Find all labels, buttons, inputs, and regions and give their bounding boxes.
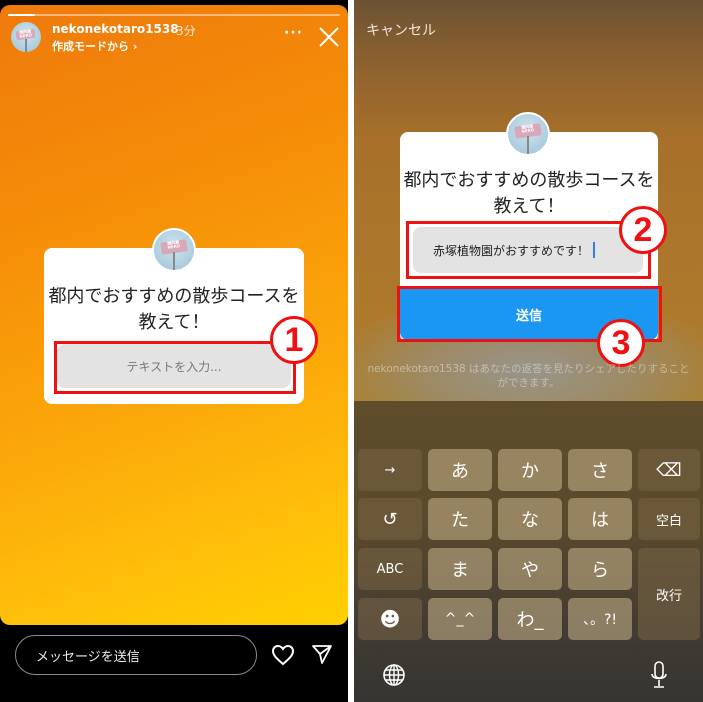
created-in-mode-link[interactable]: 作成モードから › [52,38,137,54]
key-ka[interactable]: か [498,449,562,491]
key-kaomoji[interactable]: ^_^ [428,598,492,640]
key-wa[interactable]: わ_ [498,598,562,640]
key-punctuation[interactable]: 、。?! [568,598,632,640]
question-text: 都内でおすすめの散歩コースを教えて！ [403,170,655,217]
globe-icon[interactable] [382,663,406,687]
backspace-icon[interactable]: ⌫ [638,449,700,491]
question-text: 都内でおすすめの散歩コースを教えて！ [48,286,300,333]
avatar-pole [527,136,530,154]
heart-icon[interactable] [271,643,295,667]
key-ya[interactable]: や [498,548,562,590]
story-progress-bar [8,14,340,16]
story-progress-fill [8,14,35,16]
annotation-number-1: 1 [270,316,318,364]
reply-compose-panel: キャンセル 都内でおすすめの散歩コースを教えて！ 赤塚植物園がおすすめです！ 謎… [354,0,703,702]
microphone-icon[interactable] [650,661,668,689]
annotation-number-3: 3 [597,319,645,367]
post-time: 3分 [176,24,196,38]
highlight-box-2 [406,221,651,279]
sticker-avatar: 謎肉屋 NEKO [506,112,550,156]
privacy-notice: nekonekotaro1538 はあなたの返答を見たりシェアしたりすることがで… [367,363,690,389]
key-ha[interactable]: は [568,498,632,540]
keyboard: → あ か さ ⌫ ↺ た な は 空白 ABC ま や ら 改行 ☻ ^_^ … [354,401,703,702]
annotation-number-2: 2 [619,206,667,254]
profile-avatar[interactable]: 謎肉屋 NEKO [11,22,41,52]
key-return[interactable]: 改行 [638,548,700,640]
username[interactable]: nekonekotaro1538 [52,22,179,36]
close-icon[interactable] [318,26,340,48]
key-sa[interactable]: さ [568,449,632,491]
undo-icon[interactable]: ↺ [358,498,422,540]
avatar-pole [173,252,176,270]
story-view-panel: 謎肉屋 NEKO nekonekotaro1538 3分 作成モードから › ·… [0,0,348,702]
send-icon[interactable] [311,643,333,665]
emoji-icon[interactable]: ☻ [358,598,422,640]
sticker-avatar: 謎肉屋 NEKO [152,228,196,272]
key-space[interactable]: 空白 [638,498,700,540]
cancel-button[interactable]: キャンセル [366,20,436,40]
message-input[interactable]: メッセージを送信 [15,635,257,675]
key-a[interactable]: あ [428,449,492,491]
avatar-pole [25,38,28,52]
key-ra[interactable]: ら [568,548,632,590]
key-ma[interactable]: ま [428,548,492,590]
key-na[interactable]: な [498,498,562,540]
key-abc[interactable]: ABC [358,548,422,590]
more-horizontal-icon[interactable]: ··· [284,26,303,40]
key-ta[interactable]: た [428,498,492,540]
screenshot-comparison: 謎肉屋 NEKO nekonekotaro1538 3分 作成モードから › ·… [0,0,703,702]
key-next[interactable]: → [358,449,422,491]
highlight-box-1 [54,341,296,394]
